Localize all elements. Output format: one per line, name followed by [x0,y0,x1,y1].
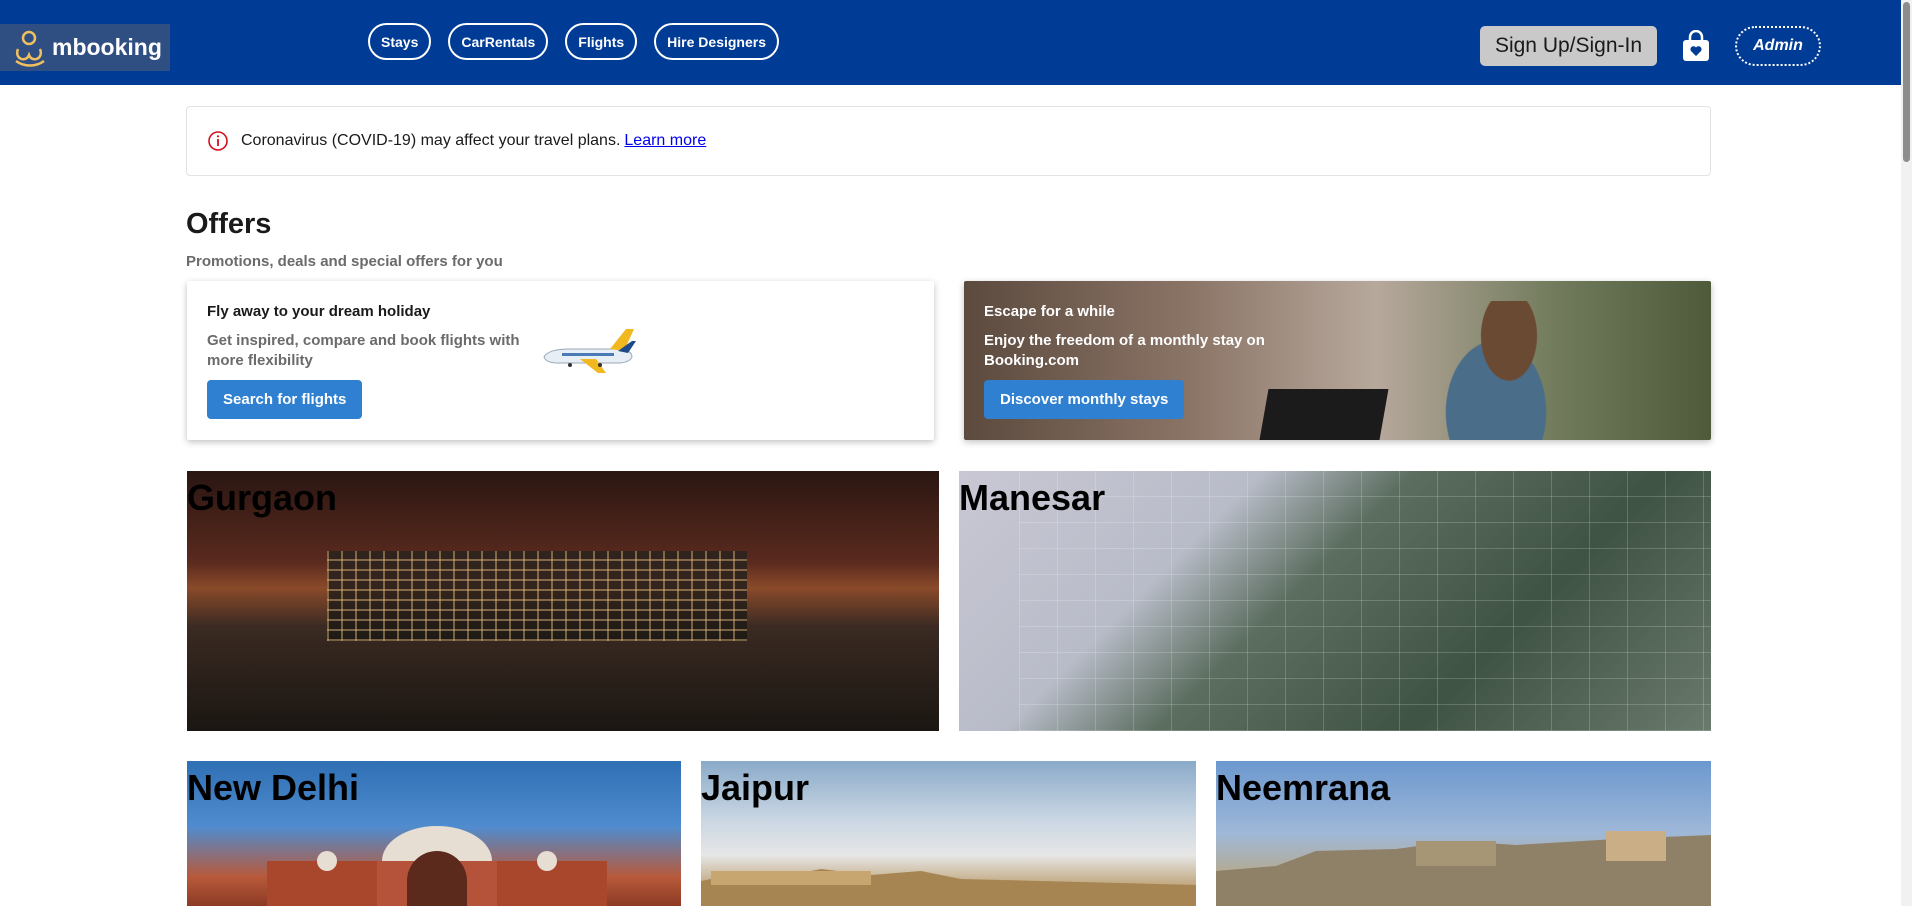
destination-gurgaon[interactable]: Gurgaon [187,471,939,731]
glass-facade [1019,471,1711,731]
airplane-icon [543,329,636,373]
shopping-bag-icon[interactable] [1682,30,1710,62]
signup-signin-button[interactable]: Sign Up/Sign-In [1480,26,1657,66]
lit-windows [327,551,747,641]
offers-title: Offers [186,208,272,240]
destination-name: New Delhi [187,767,360,808]
destination-manesar[interactable]: Manesar [959,471,1711,731]
offer-card-description: Enjoy the freedom of a monthly stay on B… [984,332,1265,369]
destination-name: Jaipur [701,767,810,808]
learn-more-link[interactable]: Learn more [624,132,706,150]
main-nav: Stays CarRentals Flights Hire Designers [368,23,779,60]
logo-text: mbooking [52,34,162,60]
fort-image [701,869,1196,906]
nav-flights[interactable]: Flights [565,23,638,60]
page-scrollbar[interactable] [1901,0,1912,906]
offer-card-description: Get inspired, compare and book flights w… [207,332,520,369]
laptop-image [1259,389,1389,440]
admin-button[interactable]: Admin [1735,26,1821,66]
alert-text: Coronavirus (COVID-19) may affect your t… [241,132,621,149]
monument-image [267,826,607,906]
top-header: mbooking Stays CarRentals Flights Hire D… [0,0,1901,85]
palace-image [1216,831,1711,906]
logo[interactable]: mbooking [0,24,170,71]
nav-hire-designers[interactable]: Hire Designers [654,23,779,60]
destination-name: Manesar [959,477,1106,518]
destination-name: Gurgaon [187,477,337,518]
destination-new-delhi[interactable]: New Delhi [187,761,681,906]
destination-jaipur[interactable]: Jaipur [701,761,1196,906]
offer-card-title: Escape for a while [984,303,1115,320]
offer-card-monthly-stays: Escape for a while Enjoy the freedom of … [964,281,1711,440]
discover-monthly-stays-button[interactable]: Discover monthly stays [984,380,1185,419]
destination-neemrana[interactable]: Neemrana [1216,761,1711,906]
woman-image [1444,301,1574,440]
nav-stays[interactable]: Stays [368,23,432,60]
destination-name: Neemrana [1216,767,1391,808]
city-skyline [327,551,747,641]
logo-icon [15,30,45,67]
covid-alert: Coronavirus (COVID-19) may affect your t… [186,106,1711,176]
offer-card-flights: Fly away to your dream holiday Get inspi… [187,281,934,440]
info-icon [208,131,228,151]
scrollbar-thumb[interactable] [1903,2,1910,162]
search-flights-button[interactable]: Search for flights [207,380,363,419]
nav-carrentals[interactable]: CarRentals [448,23,549,60]
offers-subtitle: Promotions, deals and special offers for… [186,253,503,270]
offer-card-title: Fly away to your dream holiday [207,303,431,320]
